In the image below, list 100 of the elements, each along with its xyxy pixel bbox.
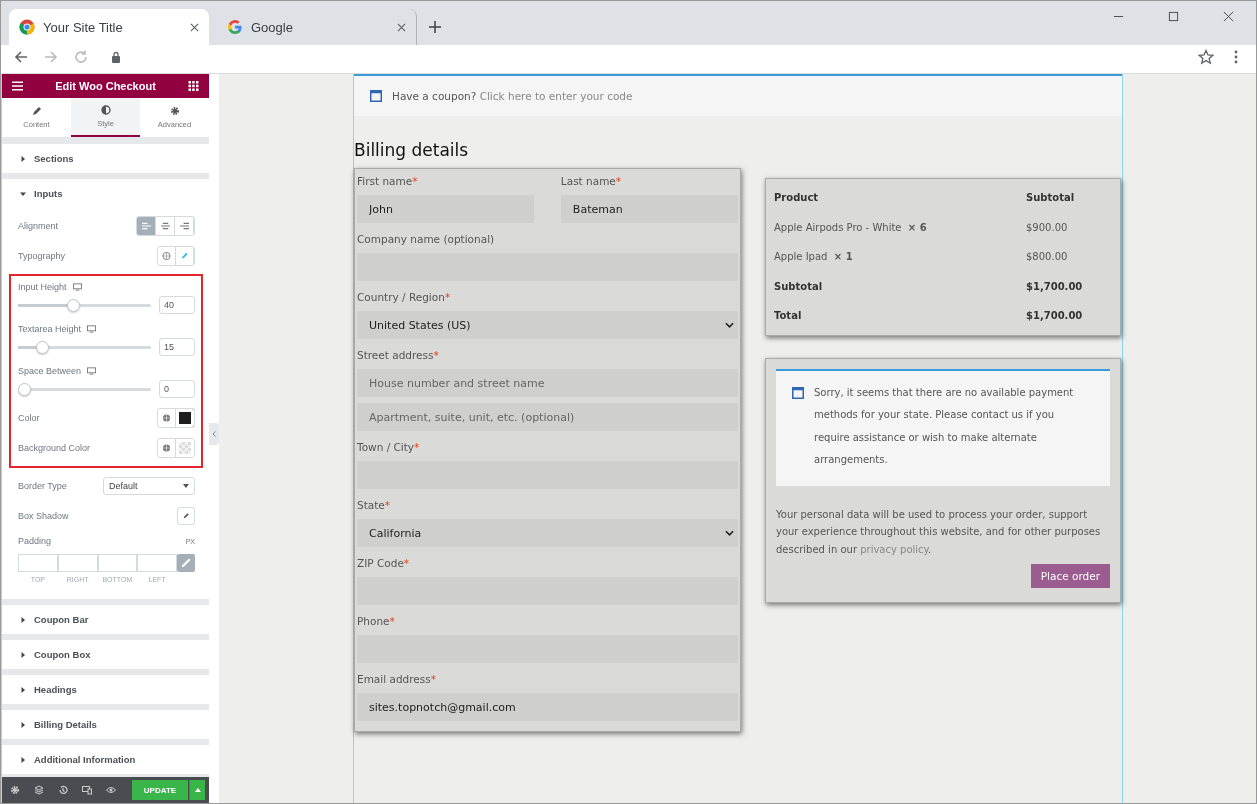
table-cell-text: $800.00 xyxy=(1026,251,1069,263)
field-label: Street address* xyxy=(357,349,440,363)
color-swatch[interactable] xyxy=(176,409,194,427)
input-field[interactable]: sites.topnotch@gmail.com xyxy=(357,693,738,721)
number-field[interactable]: 0 xyxy=(159,380,195,398)
browser-tab[interactable]: Your Site Title xyxy=(9,9,209,45)
layers-icon[interactable] xyxy=(34,785,44,795)
section-title: Headings xyxy=(34,684,77,695)
input-field[interactable]: Bateman xyxy=(560,195,738,223)
menu-icon[interactable] xyxy=(1234,50,1238,64)
section-title: Sections xyxy=(34,153,74,164)
responsive-icon[interactable] xyxy=(82,785,92,795)
section-header[interactable]: Coupon Box xyxy=(2,640,209,669)
section-title: Inputs xyxy=(34,188,63,199)
table-cell-text: Subtotal xyxy=(774,280,824,292)
new-tab-icon[interactable] xyxy=(429,21,441,33)
link-icon[interactable] xyxy=(177,554,195,572)
padding-field[interactable] xyxy=(18,554,58,572)
table-cell-text: $1,700.00 xyxy=(1026,280,1084,292)
field-label: Email address* xyxy=(357,673,437,687)
grid-icon[interactable] xyxy=(188,81,199,91)
close-icon[interactable] xyxy=(190,22,199,32)
column-header: Subtotal xyxy=(1026,192,1076,204)
pencil-icon xyxy=(31,106,42,116)
gear-icon[interactable] xyxy=(10,785,20,795)
slider[interactable] xyxy=(18,340,151,354)
slider-thumb[interactable] xyxy=(67,298,81,312)
section-header[interactable]: Additional Information xyxy=(2,745,209,774)
field-label: State* xyxy=(357,499,392,513)
field-label: Last name* xyxy=(560,175,623,189)
maximize-icon[interactable] xyxy=(1168,11,1179,22)
window-icon xyxy=(370,90,382,102)
monitor-icon[interactable] xyxy=(87,367,97,375)
coupon-message: Have a coupon? Click here to enter your code xyxy=(392,90,633,102)
caret-icon xyxy=(20,616,26,623)
contrast-icon xyxy=(100,105,111,115)
section-title: Coupon Box xyxy=(34,649,91,660)
monitor-icon[interactable] xyxy=(87,325,97,333)
chevron-down-icon xyxy=(725,530,734,536)
control-label: Textarea Height xyxy=(18,324,82,334)
chevron-icon xyxy=(212,430,216,437)
padding-field[interactable] xyxy=(57,554,98,572)
section-header[interactable]: Coupon Bar xyxy=(2,605,209,634)
number-field[interactable]: 15 xyxy=(159,338,195,356)
section-header[interactable]: Inputs xyxy=(2,179,209,208)
field-label: ZIP Code* xyxy=(357,557,411,571)
menu-icon[interactable] xyxy=(12,81,23,91)
slider[interactable] xyxy=(18,382,151,396)
section-header[interactable]: Billing Details xyxy=(2,710,209,739)
section-header[interactable]: Sections xyxy=(2,144,209,173)
select-field[interactable]: California xyxy=(357,519,738,547)
field-label: First name* xyxy=(357,175,419,189)
tab-title: Google xyxy=(251,19,294,35)
control-label: Box Shadow xyxy=(18,511,69,521)
control-label: Color xyxy=(18,413,40,423)
control-label: Border Type xyxy=(18,481,67,491)
input-field[interactable]: John xyxy=(357,195,535,223)
control-label: Background Color xyxy=(18,443,91,453)
align-icon xyxy=(160,222,170,230)
caret-icon xyxy=(20,721,26,728)
control-label: Alignment xyxy=(18,221,59,231)
slider-thumb[interactable] xyxy=(18,382,31,396)
window-icon xyxy=(792,386,804,399)
select-field[interactable]: United States (US) xyxy=(357,311,738,339)
tab-title: Your Site Title xyxy=(43,19,124,35)
align-icon xyxy=(141,222,151,230)
gear-icon xyxy=(169,106,180,116)
browser-tab[interactable]: Google xyxy=(217,9,417,45)
close-icon[interactable] xyxy=(397,22,406,32)
slider-thumb[interactable] xyxy=(36,340,49,354)
empty-color-swatch[interactable] xyxy=(176,439,194,457)
close-icon[interactable] xyxy=(1223,11,1234,22)
border-type-select[interactable]: Default xyxy=(103,477,195,495)
field-label: Phone* xyxy=(357,615,396,629)
notice-text: Sorry, it seems that there are no available payment methods for your state. Please contact us if you require assistance or wish to make alternate arrangements. xyxy=(814,385,1075,467)
back-icon[interactable] xyxy=(13,49,29,65)
eye-icon[interactable] xyxy=(106,785,116,795)
table-cell-text: $1,700.00 xyxy=(1026,310,1084,322)
table-cell-text: Apple Airpods Pro - White × 6 xyxy=(774,221,928,233)
history-icon[interactable] xyxy=(58,785,68,795)
caret-icon xyxy=(20,686,26,693)
pencil-icon[interactable] xyxy=(177,507,195,525)
section-header[interactable]: Headings xyxy=(2,675,209,704)
section-title: Additional Information xyxy=(34,754,136,765)
place-order-button[interactable]: Place order xyxy=(1030,564,1110,588)
collapse-handle[interactable] xyxy=(209,422,219,445)
caret-icon xyxy=(20,651,26,658)
padding-field[interactable] xyxy=(137,554,177,572)
chrome-logo-icon xyxy=(19,19,35,35)
star-icon[interactable] xyxy=(1198,49,1214,65)
input-field[interactable]: House number and street name xyxy=(357,369,738,397)
number-field[interactable]: 40 xyxy=(159,296,195,314)
input-field[interactable]: Apartment, suite, unit, etc. (optional) xyxy=(357,403,738,431)
update-options-button[interactable] xyxy=(189,780,205,800)
alignment-button[interactable] xyxy=(137,217,156,235)
control-label: Input Height xyxy=(18,282,67,292)
monitor-icon[interactable] xyxy=(72,283,82,291)
table-cell-text: $900.00 xyxy=(1026,221,1069,233)
padding-field[interactable] xyxy=(97,554,138,572)
slider[interactable] xyxy=(18,298,151,312)
